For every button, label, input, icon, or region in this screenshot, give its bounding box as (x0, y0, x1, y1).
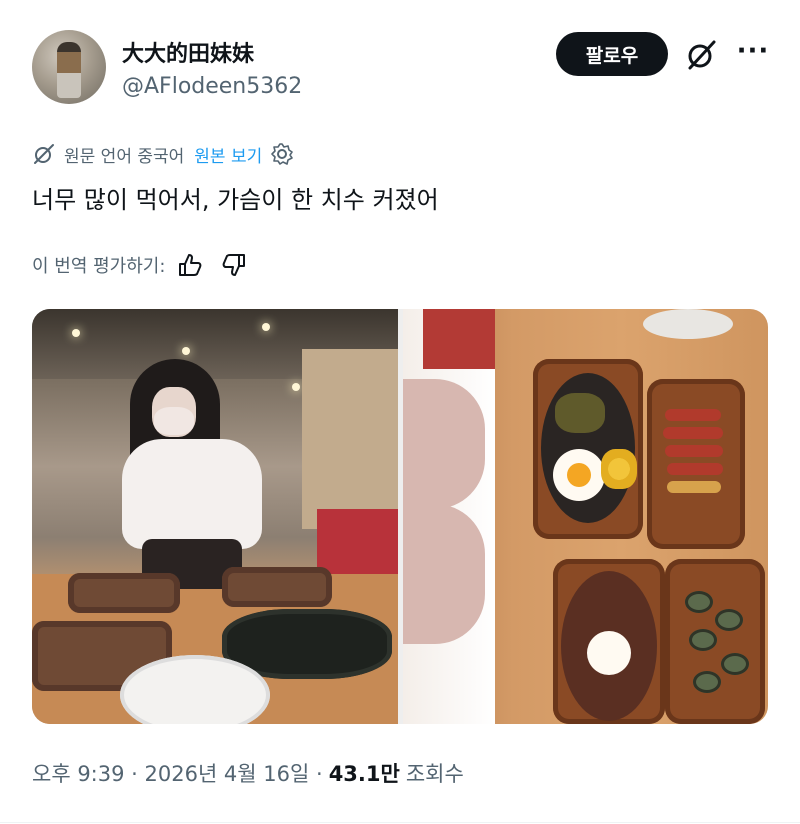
divider (0, 822, 800, 823)
source-language-label: 원문 언어 중국어 (64, 146, 185, 167)
view-count-label: 조회수 (405, 762, 464, 786)
tweet-header: 大大的田妹妹 @AFlodeen5362 팔로우 ··· (32, 30, 768, 110)
thumbs-up-icon[interactable] (177, 252, 203, 278)
follow-button[interactable]: 팔로우 (556, 32, 668, 76)
translate-icon (34, 144, 54, 164)
tweet-meta: 오후 9:39 · 2026년 4월 16일 · 43.1만 조회수 (32, 758, 464, 788)
thumbs-down-icon[interactable] (221, 252, 247, 278)
photo-restaurant[interactable] (32, 309, 398, 724)
photo-food[interactable] (403, 309, 768, 724)
rate-translation-label: 이 번역 평가하기: (32, 256, 166, 277)
gear-icon[interactable] (270, 142, 294, 166)
translation-bar: 원문 언어 중국어 원본 보기 (32, 140, 294, 168)
user-handle[interactable]: @AFlodeen5362 (122, 74, 302, 99)
rate-translation: 이 번역 평가하기: (32, 250, 247, 280)
avatar[interactable] (32, 30, 106, 104)
more-options-icon[interactable]: ··· (736, 38, 770, 72)
view-count: 43.1만 (328, 762, 400, 786)
grok-icon[interactable] (684, 38, 718, 72)
timestamp[interactable]: 오후 9:39 · 2026년 4월 16일 · (32, 758, 323, 788)
display-name[interactable]: 大大的田妹妹 (122, 36, 254, 68)
view-original-link[interactable]: 원본 보기 (194, 142, 262, 167)
media-grid (32, 309, 768, 724)
tweet-text: 너무 많이 먹어서, 가슴이 한 치수 커졌어 (32, 186, 439, 214)
